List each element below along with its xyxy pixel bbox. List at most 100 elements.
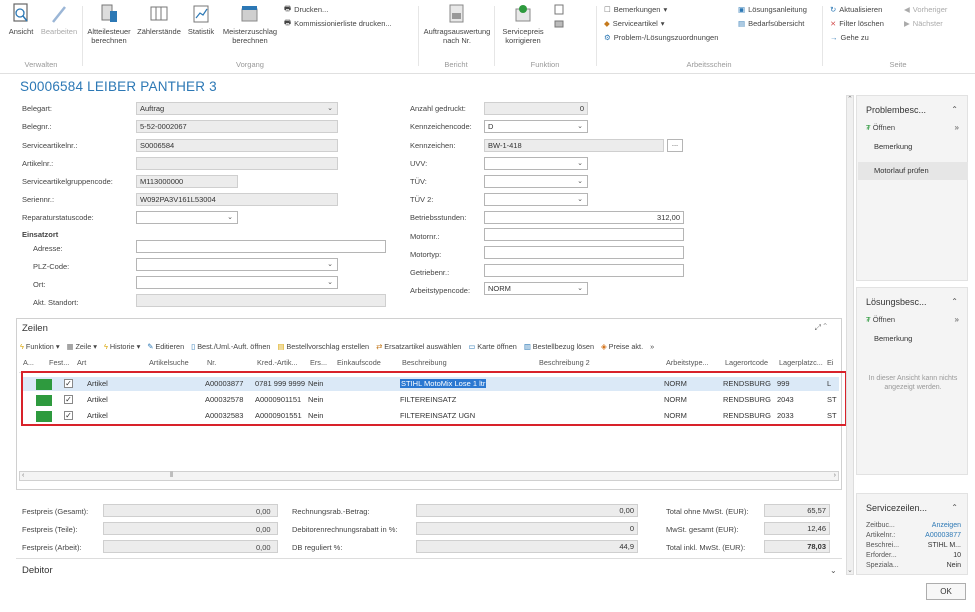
bemerkungen-button[interactable]: ☐ Bemerkungen ▾ [604,4,667,15]
serviceartikel-button[interactable]: ◆ Serviceartikel ▾ [604,18,665,29]
altteilesteuer-button[interactable]: Altteilesteuer berechnen [84,3,134,45]
col-header[interactable]: Arbeitstype... [666,358,709,367]
anzahl-gedruckt-field[interactable]: 0 [484,102,588,115]
ansicht-button[interactable]: Ansicht [4,3,38,36]
col-header[interactable]: Lagerplatzc... [779,358,823,367]
toolbar-historie[interactable]: ϟ Historie ▾ [104,342,140,351]
arbeitstypencode-field[interactable]: NORM ⌄ [484,282,588,295]
ort-field[interactable]: ⌄ [136,276,338,289]
collapse-icon[interactable]: ⌃ [951,297,958,306]
gehe-zu-button[interactable]: → Gehe zu [830,32,869,43]
col-header[interactable]: Einkaufscode [337,358,381,367]
drucken-button[interactable]: 🖶 Drucken... [284,4,328,15]
kennzeichencode-field[interactable]: D ⌄ [484,120,588,133]
mwst-field[interactable]: 12,46 [764,522,830,535]
scroll-up-icon[interactable]: ⌃ [847,95,853,103]
col-header[interactable]: Art [77,358,86,367]
kennzeichen-lookup-button[interactable]: ... [667,139,683,152]
toolbar-bestellvorschlag[interactable]: ▤ Bestellvorschlag erstellen [277,342,369,351]
bedarfsuebersicht-button[interactable]: ▤ Bedarfsübersicht [738,18,804,29]
chevron-down-icon[interactable]: ⌄ [830,566,837,575]
list-item[interactable]: Bemerkung [858,138,968,156]
problem-loesung-button[interactable]: ⚙ Problem-/Lösungszuordnungen [604,32,718,43]
col-header[interactable]: Ers... [310,358,327,367]
funktion-doc-icon[interactable] [554,4,564,15]
plz-field[interactable]: ⌄ [136,258,338,271]
servicepreis-button[interactable]: Servicepreis korrigieren [498,3,548,45]
meisterzuschlag-button[interactable]: Meisterzuschlag berechnen [219,3,281,45]
toolbar-more-icon[interactable]: » [650,342,654,351]
list-item[interactable]: Bemerkung [858,330,968,348]
col-header[interactable]: Beschreibung 2 [539,358,590,367]
seriennr-field[interactable]: W092PA3V161L53004 [136,193,338,206]
debitor-fasttab[interactable]: Debitor [22,565,53,576]
toolbar-ersatzartikel[interactable]: ⇄ Ersatzartikel auswählen [376,342,461,351]
tuev-field[interactable]: ⌄ [484,175,588,188]
total-ohne-field[interactable]: 65,57 [764,504,830,517]
scroll-grip-icon[interactable]: ⦀ [170,472,173,480]
artikelnr-field[interactable] [136,157,338,170]
expand-icon[interactable]: ⤢ ⌃ [815,323,827,333]
debitorenrab-field[interactable]: 0 [416,522,638,535]
rechnungsrab-field[interactable]: 0,00 [416,504,638,517]
betriebsstunden-field[interactable]: 312,00 [484,211,684,224]
toolbar-bestellbezug[interactable]: ▥ Bestellbezug lösen [524,342,594,351]
toolbar-karte[interactable]: ▭ Karte öffnen [468,342,517,351]
scroll-down-icon[interactable]: ⌄ [847,566,853,574]
collapse-icon[interactable]: ⌃ [951,105,958,114]
toolbar-preise[interactable]: ◈ Preise akt. [601,342,643,351]
zaehlerstaende-button[interactable]: Zählerstände [135,3,183,36]
toolbar-funktion[interactable]: ϟ Funktion ▾ [20,342,60,351]
belegnr-field[interactable]: 5-52-0002067 [136,120,338,133]
festpreis-gesamt-field[interactable] [103,504,278,517]
reparaturstatuscode-field[interactable]: ⌄ [136,211,238,224]
col-header[interactable]: A... [23,358,34,367]
col-header[interactable]: Lagerortcode [725,358,768,367]
kommissionierliste-button[interactable]: 🖶 Kommissionierliste drucken... [284,18,392,29]
filter-loeschen-button[interactable]: ⨯ Filter löschen [830,18,884,29]
open-action[interactable]: ₮ Öffnen [866,123,895,132]
belegart-field[interactable]: Auftrag ⌄ [136,102,338,115]
vorheriger-button[interactable]: ◀ Vorheriger [904,4,947,15]
tuev2-field[interactable]: ⌄ [484,193,588,206]
list-item[interactable]: Motorlauf prüfen [858,162,968,180]
naechster-button[interactable]: ▶ Nächster [904,18,943,29]
statistik-button[interactable]: Statistik [184,3,218,36]
more-icon[interactable]: » [955,123,959,132]
collapse-icon[interactable]: ⌃ [951,503,958,512]
scroll-right-icon[interactable]: › [834,472,836,479]
festpreis-arbeit-field[interactable] [103,540,278,553]
kennzeichen-field[interactable]: BW-1-418 [484,139,664,152]
adresse-field[interactable] [136,240,386,253]
motortyp-field[interactable] [484,246,684,259]
horizontal-scrollbar[interactable]: ‹ ⦀ › [19,471,839,481]
auftragsauswertung-button[interactable]: Auftragsauswertung nach Nr. [422,3,492,45]
db-reguliert-field[interactable]: 44,9 [416,540,638,553]
toolbar-editieren[interactable]: ✎ Editieren [147,342,184,351]
col-header[interactable]: Fest... [49,358,69,367]
funktion-print-icon[interactable] [554,18,564,29]
bearbeiten-button[interactable]: Bearbeiten [39,3,79,36]
fact-value[interactable]: Anzeigen [932,522,961,529]
open-action[interactable]: ₮ Öffnen [866,315,895,324]
scroll-left-icon[interactable]: ‹ [22,472,24,479]
vertical-scrollbar[interactable]: ⌃ ⌄ [846,95,854,575]
loesungsanleitung-button[interactable]: ▣ Lösungsanleitung [738,4,807,15]
col-header[interactable]: Nr. [207,358,216,367]
ok-button[interactable]: OK [926,583,966,600]
standort-field[interactable] [136,294,386,307]
motornr-field[interactable] [484,228,684,241]
uvv-field[interactable]: ⌄ [484,157,588,170]
total-inkl-field[interactable]: 78,03 [764,540,830,553]
fact-value[interactable]: A00003877 [925,532,961,539]
more-icon[interactable]: » [955,315,959,324]
col-header[interactable]: Beschreibung [402,358,447,367]
toolbar-best-uml-auft[interactable]: ▯ Best./Uml.-Auft. öffnen [191,342,270,351]
aktualisieren-button[interactable]: ↻ Aktualisieren [830,4,882,15]
serviceartikelnr-field[interactable]: S0006584 [136,139,338,152]
toolbar-zeile[interactable]: ▦ Zeile ▾ [67,342,97,351]
serviceartikelgruppencode-field[interactable]: M113000000 [136,175,238,188]
festpreis-teile-field[interactable] [103,522,278,535]
getriebenr-field[interactable] [484,264,684,277]
col-header[interactable]: Ei [827,358,834,367]
